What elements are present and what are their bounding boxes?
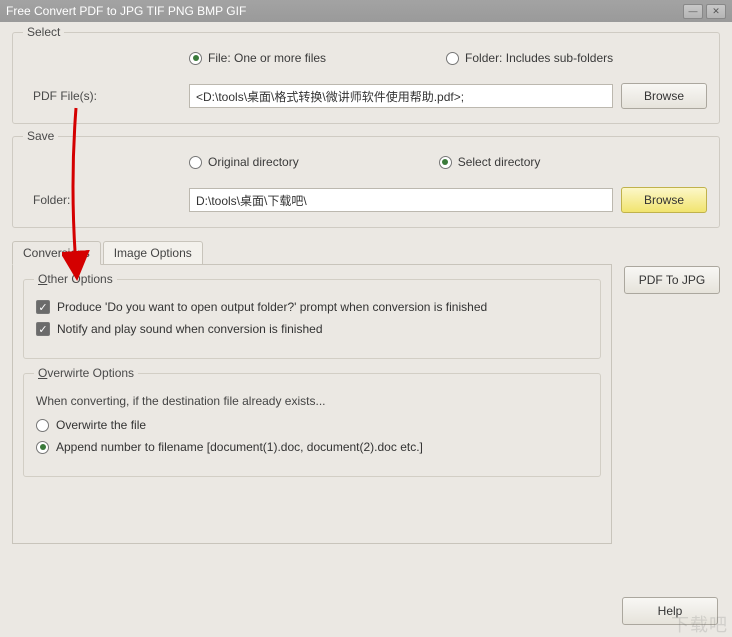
minimize-button[interactable]: —: [683, 4, 703, 19]
prompt-checkbox-label: Produce 'Do you want to open output fold…: [57, 300, 487, 314]
append-number-label: Append number to filename [document(1).d…: [56, 440, 423, 454]
save-legend: Save: [23, 129, 58, 143]
radio-icon: [446, 52, 459, 65]
folder-input[interactable]: [189, 188, 613, 212]
select-group: Select File: One or more files Folder: I…: [12, 32, 720, 124]
side-buttons: PDF To JPG: [624, 240, 720, 294]
window-controls: — ✕: [683, 4, 726, 19]
tabs-area: Conversions Image Options Other Options …: [12, 240, 720, 544]
pdf-file-row: PDF File(s): Browse: [25, 83, 707, 109]
folder-radio[interactable]: Folder: Includes sub-folders: [446, 51, 613, 65]
append-number-radio[interactable]: Append number to filename [document(1).d…: [36, 440, 588, 454]
tab-conversions[interactable]: Conversions: [12, 241, 101, 265]
save-radio-row: Original directory Select directory: [189, 155, 707, 169]
select-radio-row: File: One or more files Folder: Includes…: [189, 51, 707, 65]
prompt-checkbox-row[interactable]: ✓ Produce 'Do you want to open output fo…: [36, 300, 588, 314]
other-options-group: Other Options ✓ Produce 'Do you want to …: [23, 279, 601, 359]
tab-body: Other Options ✓ Produce 'Do you want to …: [12, 264, 612, 544]
content-pane: Select File: One or more files Folder: I…: [0, 22, 732, 637]
save-group: Save Original directory Select directory…: [12, 136, 720, 228]
pdf-files-input[interactable]: [189, 84, 613, 108]
close-button[interactable]: ✕: [706, 4, 726, 19]
original-dir-radio[interactable]: Original directory: [189, 155, 299, 169]
radio-icon: [189, 52, 202, 65]
select-dir-label: Select directory: [458, 155, 541, 169]
radio-icon: [189, 156, 202, 169]
folder-radio-label: Folder: Includes sub-folders: [465, 51, 613, 65]
pdf-to-jpg-button[interactable]: PDF To JPG: [624, 266, 720, 294]
overwrite-options-group: Overwirte Options When converting, if th…: [23, 373, 601, 477]
notify-checkbox-row[interactable]: ✓ Notify and play sound when conversion …: [36, 322, 588, 336]
notify-checkbox-label: Notify and play sound when conversion is…: [57, 322, 323, 336]
watermark: 下载吧: [671, 611, 728, 637]
checkbox-checked-icon: ✓: [36, 300, 50, 314]
other-options-legend: Other Options: [34, 272, 117, 286]
checkbox-checked-icon: ✓: [36, 322, 50, 336]
pdf-files-label: PDF File(s):: [25, 89, 181, 103]
original-dir-label: Original directory: [208, 155, 299, 169]
overwrite-file-radio[interactable]: Overwirte the file: [36, 418, 588, 432]
browse-folder-button[interactable]: Browse: [621, 187, 707, 213]
overwrite-desc: When converting, if the destination file…: [36, 394, 588, 408]
folder-label: Folder:: [25, 193, 181, 207]
tab-headers: Conversions Image Options: [12, 241, 612, 265]
titlebar: Free Convert PDF to JPG TIF PNG BMP GIF …: [0, 0, 732, 22]
tab-panel: Conversions Image Options Other Options …: [12, 240, 612, 544]
select-dir-radio[interactable]: Select directory: [439, 155, 541, 169]
file-radio-label: File: One or more files: [208, 51, 326, 65]
tab-image-options[interactable]: Image Options: [103, 241, 203, 265]
window-title: Free Convert PDF to JPG TIF PNG BMP GIF: [6, 4, 683, 18]
radio-icon: [439, 156, 452, 169]
select-legend: Select: [23, 25, 64, 39]
radio-icon: [36, 419, 49, 432]
folder-row: Folder: Browse: [25, 187, 707, 213]
overwrite-file-label: Overwirte the file: [56, 418, 146, 432]
overwrite-options-legend: Overwirte Options: [34, 366, 138, 380]
radio-icon: [36, 441, 49, 454]
browse-file-button[interactable]: Browse: [621, 83, 707, 109]
file-radio[interactable]: File: One or more files: [189, 51, 326, 65]
